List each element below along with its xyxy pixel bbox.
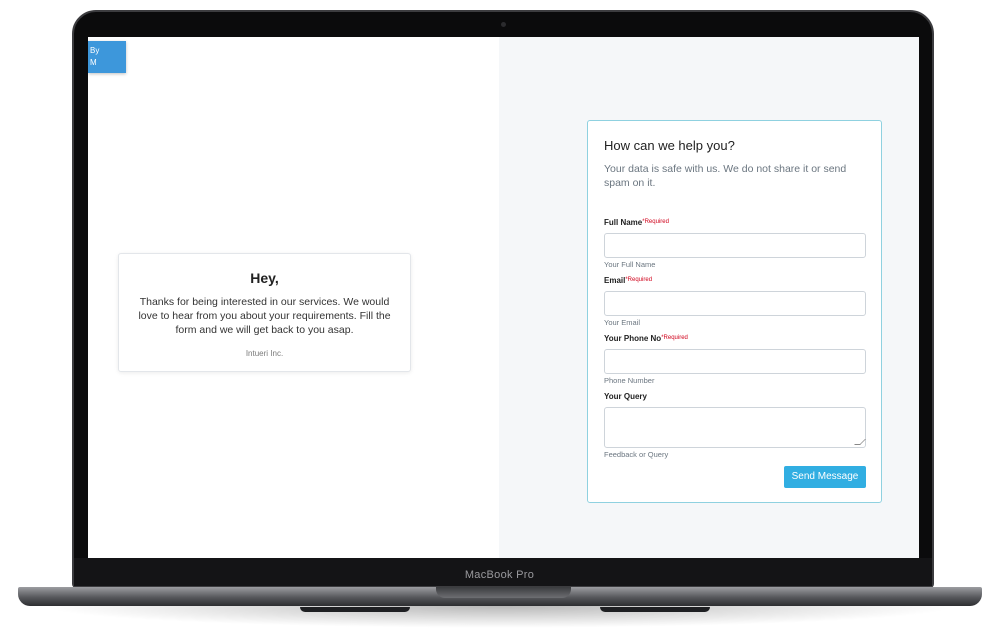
query-field: Your Query Feedback or Query (604, 392, 866, 459)
required-marker: *Required (642, 219, 669, 225)
required-marker: *Required (661, 335, 688, 341)
webcam (501, 22, 506, 27)
query-label: Your Query (604, 392, 647, 401)
form-title: How can we help you? (604, 138, 735, 153)
phone-field: Your Phone No*Required Phone Number (604, 334, 866, 385)
intro-signature: Intueri Inc. (245, 349, 284, 358)
query-help: Feedback or Query (604, 450, 669, 459)
corner-badge-line2: M (90, 58, 97, 67)
trackpad-notch (436, 587, 571, 598)
email-label: Email (604, 276, 626, 285)
laptop-shadow (40, 606, 960, 628)
full-name-help: Your Full Name (604, 260, 656, 269)
laptop-screen: By M Hey, Thanks for being interested in… (88, 37, 919, 558)
required-marker: *Required (625, 277, 653, 283)
phone-label: Your Phone No (604, 334, 662, 343)
corner-badge-line1: By (90, 46, 100, 55)
intro-card: Hey, Thanks for being interested in our … (118, 253, 411, 372)
phone-input[interactable] (604, 349, 866, 374)
email-help: Your Email (604, 318, 640, 327)
form-subtitle: Your data is safe with us. We do not sha… (604, 163, 847, 189)
device-model-label: MacBook Pro (464, 569, 535, 581)
intro-body: Thanks for being interested in our servi… (138, 296, 391, 336)
right-pane: How can we help you? Your data is safe w… (499, 37, 919, 558)
left-pane: By M Hey, Thanks for being interested in… (88, 37, 499, 558)
full-name-label: Full Name (604, 218, 643, 227)
intro-title: Hey, (250, 270, 279, 286)
query-textarea[interactable] (604, 407, 866, 448)
email-input[interactable] (604, 291, 866, 316)
corner-badge[interactable]: By M (88, 41, 126, 73)
contact-form: How can we help you? Your data is safe w… (587, 120, 882, 503)
send-message-button[interactable]: Send Message (784, 466, 866, 488)
resize-grip-icon[interactable] (854, 439, 866, 445)
full-name-input[interactable] (604, 233, 866, 258)
laptop-foot-right (600, 607, 710, 612)
email-field: Email*Required Your Email (604, 276, 866, 327)
laptop-foot-left (300, 607, 410, 612)
full-name-field: Full Name*Required Your Full Name (604, 218, 866, 269)
phone-help: Phone Number (604, 376, 655, 385)
